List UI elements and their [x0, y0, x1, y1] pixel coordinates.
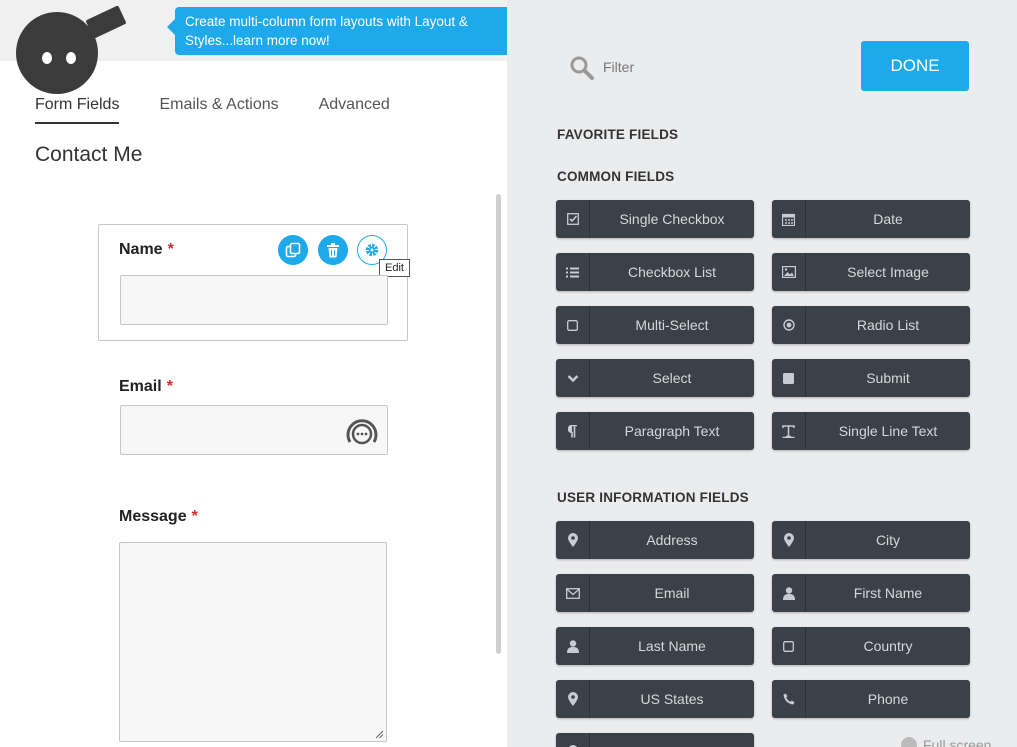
calendar-icon: [772, 200, 806, 238]
fullscreen-icon: [901, 737, 917, 747]
field-button-label: Multi-Select: [635, 317, 709, 333]
paragraph-icon: [556, 412, 590, 450]
map-pin-icon: [556, 521, 590, 559]
message-textarea[interactable]: [119, 542, 387, 742]
field-button-us-states[interactable]: US States: [556, 680, 754, 718]
field-button-label: Address: [646, 532, 698, 548]
name-input[interactable]: [120, 275, 388, 325]
square-icon: [556, 306, 590, 344]
field-button-submit[interactable]: Submit: [772, 359, 970, 397]
field-button-first-name[interactable]: First Name: [772, 574, 970, 612]
favorite-fields-heading[interactable]: FAVORITE FIELDS: [557, 127, 678, 142]
gear-icon: [365, 243, 379, 257]
field-button-address[interactable]: Address: [556, 521, 754, 559]
done-button[interactable]: DONE: [861, 41, 969, 91]
field-button-label: Radio List: [856, 317, 920, 333]
field-button-radio-list[interactable]: Radio List: [772, 306, 970, 344]
ninja-logo: [16, 12, 98, 94]
field-button-label: Select: [652, 370, 692, 386]
builder-tabs: Form Fields Emails & Actions Advanced: [35, 96, 430, 124]
field-button-date[interactable]: Date: [772, 200, 970, 238]
list-icon: [556, 253, 590, 291]
text-icon: [772, 412, 806, 450]
trash-icon: [327, 242, 339, 257]
map-pin-icon: [556, 733, 590, 747]
field-button-label: Select Image: [847, 264, 929, 280]
common-fields-heading[interactable]: COMMON FIELDS: [557, 169, 674, 184]
required-marker: *: [167, 241, 174, 258]
user-info-fields-heading[interactable]: USER INFORMATION FIELDS: [557, 490, 749, 505]
builder-scrollbar[interactable]: [496, 194, 501, 654]
field-button-city[interactable]: City: [772, 521, 970, 559]
field-button-phone[interactable]: Phone: [772, 680, 970, 718]
field-button-select-image[interactable]: Select Image: [772, 253, 970, 291]
user-icon: [556, 627, 590, 665]
map-pin-icon: [772, 521, 806, 559]
password-manager-icon[interactable]: [344, 414, 380, 455]
name-label-text: Name: [119, 241, 163, 258]
chevron-down-icon: [556, 359, 590, 397]
fullscreen-toggle[interactable]: Full screen: [901, 737, 991, 747]
promo-banner[interactable]: Create multi-column form layouts with La…: [167, 7, 507, 55]
tab-form-fields[interactable]: Form Fields: [35, 96, 120, 124]
phone-icon: [772, 680, 806, 718]
message-label-text: Message: [119, 508, 187, 525]
duplicate-field-button[interactable]: [278, 235, 308, 265]
search-icon: [569, 55, 595, 86]
fullscreen-label: Full screen: [923, 737, 992, 747]
field-button-label: First Name: [853, 585, 923, 601]
radio-icon: [772, 306, 806, 344]
field-button-label: Checkbox List: [628, 264, 716, 280]
duplicate-icon: [285, 242, 301, 258]
tab-advanced[interactable]: Advanced: [319, 96, 390, 124]
field-button-label: Single Line Text: [838, 423, 938, 439]
field-button-email[interactable]: Email: [556, 574, 754, 612]
field-button-single-line-text[interactable]: Single Line Text: [772, 412, 970, 450]
required-marker: *: [166, 378, 173, 395]
field-button-label: Country: [863, 638, 913, 654]
field-button-label: Phone: [867, 691, 909, 707]
square-icon: [772, 627, 806, 665]
field-button-label: Submit: [866, 370, 910, 386]
email-label-text: Email: [119, 378, 162, 395]
field-button-label: US States: [640, 691, 704, 707]
field-button-partial[interactable]: [556, 733, 754, 747]
filter-input[interactable]: [603, 56, 803, 78]
user-icon: [772, 574, 806, 612]
field-button-label: City: [875, 532, 901, 548]
submit-square-icon: [772, 359, 806, 397]
name-field-label: Name *: [119, 241, 174, 259]
field-button-label: Paragraph Text: [624, 423, 720, 439]
field-button-label: Single Checkbox: [619, 211, 725, 227]
resize-handle-icon[interactable]: [374, 729, 384, 739]
fields-drawer: DONE FAVORITE FIELDS COMMON FIELDS Singl…: [507, 0, 1017, 747]
field-button-paragraph-text[interactable]: Paragraph Text: [556, 412, 754, 450]
form-builder-panel: Create multi-column form layouts with La…: [0, 0, 507, 747]
field-button-label: Last Name: [638, 638, 706, 654]
map-pin-icon: [556, 680, 590, 718]
envelope-icon: [556, 574, 590, 612]
delete-field-button[interactable]: [318, 235, 348, 265]
field-button-select[interactable]: Select: [556, 359, 754, 397]
form-title[interactable]: Contact Me: [35, 143, 142, 167]
tab-emails-actions[interactable]: Emails & Actions: [159, 96, 278, 124]
required-marker: *: [191, 508, 198, 525]
message-field-label: Message *: [119, 508, 198, 526]
field-button-multi-select[interactable]: Multi-Select: [556, 306, 754, 344]
field-button-checkbox-list[interactable]: Checkbox List: [556, 253, 754, 291]
field-button-last-name[interactable]: Last Name: [556, 627, 754, 665]
email-field-label: Email *: [119, 378, 173, 396]
checkbox-icon: [556, 200, 590, 238]
image-icon: [772, 253, 806, 291]
field-button-single-checkbox[interactable]: Single Checkbox: [556, 200, 754, 238]
field-button-country[interactable]: Country: [772, 627, 970, 665]
field-button-label: Date: [873, 211, 903, 227]
field-button-label: Email: [654, 585, 690, 601]
